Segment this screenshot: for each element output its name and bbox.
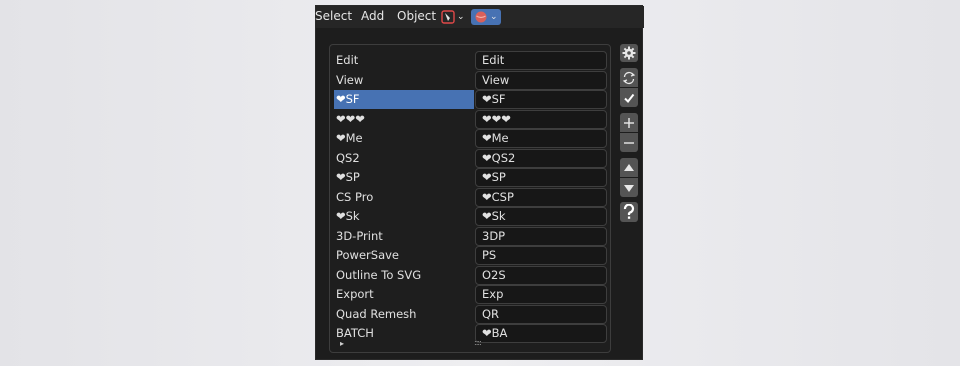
row-label-cs-pro[interactable]: CS Pro (334, 188, 474, 207)
sphere-icon (474, 10, 488, 24)
row-label-3d-print[interactable]: 3D-Print (334, 227, 474, 246)
menu-object[interactable]: Object (397, 9, 436, 23)
expand-arrow-icon[interactable]: ▸ (340, 339, 344, 348)
confirm-button[interactable] (620, 88, 638, 107)
plus-icon (624, 117, 634, 128)
chevron-down-icon: ⌄ (457, 12, 465, 22)
resize-grip[interactable]: :::: (474, 338, 482, 347)
settings-button[interactable] (620, 44, 638, 62)
down-arrow-icon (624, 184, 634, 192)
row-label-powersave[interactable]: PowerSave (334, 246, 474, 265)
row-label-view[interactable]: View (334, 71, 474, 90)
refresh-icon (622, 71, 636, 85)
row-field-sp[interactable]: ❤SP (475, 168, 607, 187)
row-field-outline-to-svg[interactable]: O2S (475, 265, 607, 285)
row-label-hearts[interactable]: ❤❤❤ (334, 110, 474, 129)
row-label-batch[interactable]: BATCH (334, 324, 474, 343)
help-button[interactable] (620, 202, 638, 222)
row-label-sk[interactable]: ❤Sk (334, 207, 474, 226)
row-label-sp[interactable]: ❤SP (334, 168, 474, 187)
row-field-sk[interactable]: ❤Sk (475, 207, 607, 226)
row-field-sf[interactable]: ❤SF (475, 90, 607, 109)
row-field-hearts[interactable]: ❤❤❤ (475, 109, 607, 129)
remove-item-button[interactable] (620, 133, 638, 152)
move-down-button[interactable] (620, 178, 638, 197)
row-label-me[interactable]: ❤Me (334, 129, 474, 148)
menu-select[interactable]: Select (315, 9, 352, 23)
up-arrow-icon (624, 163, 634, 172)
chevron-down-icon: ⌄ (490, 12, 498, 22)
header-bar: Select Add Object ⌄ ⌄ (315, 6, 644, 28)
add-item-button[interactable] (620, 113, 638, 132)
row-label-quad-remesh[interactable]: Quad Remesh (334, 305, 474, 324)
tool-icon (441, 10, 455, 24)
gear-icon (622, 46, 636, 60)
row-field-me[interactable]: ❤Me (475, 129, 607, 148)
menu-add[interactable]: Add (361, 9, 384, 23)
blender-editor-window: Select Add Object ⌄ ⌄ Edit Edit View Vie… (315, 5, 644, 360)
row-field-batch[interactable]: ❤BA (475, 324, 607, 343)
shading-dropdown[interactable]: ⌄ (471, 9, 501, 25)
menu-list-panel: Edit Edit View View ❤SF ❤SF ❤❤❤ ❤❤❤ ❤Me … (329, 44, 611, 353)
row-label-outline-to-svg[interactable]: Outline To SVG (334, 266, 474, 285)
move-up-button[interactable] (620, 158, 638, 177)
row-label-export[interactable]: Export (334, 285, 474, 304)
row-field-quad-remesh[interactable]: QR (475, 304, 607, 324)
check-icon (623, 92, 635, 104)
row-field-export[interactable]: Exp (475, 285, 607, 304)
row-field-view[interactable]: View (475, 70, 607, 90)
row-label-sf[interactable]: ❤SF (334, 90, 474, 109)
row-field-3d-print[interactable]: 3DP (475, 226, 607, 246)
row-field-qs2[interactable]: ❤QS2 (475, 148, 607, 168)
row-label-edit[interactable]: Edit (334, 51, 474, 70)
refresh-button[interactable] (620, 68, 638, 87)
row-field-cs-pro[interactable]: ❤CSP (475, 187, 607, 207)
row-field-edit[interactable]: Edit (475, 51, 607, 70)
minus-icon (624, 138, 634, 148)
row-label-qs2[interactable]: QS2 (334, 149, 474, 168)
row-field-powersave[interactable]: PS (475, 246, 607, 265)
help-icon (623, 204, 635, 220)
tool-dropdown[interactable]: ⌄ (440, 9, 467, 25)
